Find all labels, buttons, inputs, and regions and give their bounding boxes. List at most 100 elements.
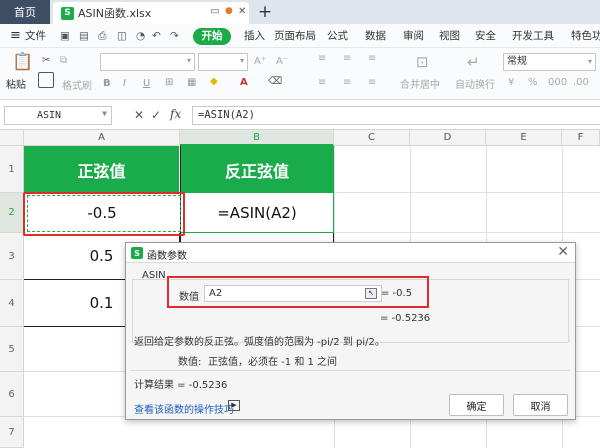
copy-icon[interactable]: ⧉: [60, 55, 67, 66]
thousands-icon[interactable]: 000: [548, 77, 567, 88]
format-painter-icon[interactable]: [38, 72, 54, 88]
menu-view[interactable]: 视图: [439, 24, 460, 48]
ok-button[interactable]: 确定: [449, 394, 504, 416]
column-header-a[interactable]: A: [24, 130, 180, 146]
paste-icon[interactable]: 📋: [12, 52, 33, 72]
underline-icon[interactable]: U: [143, 78, 150, 89]
row-header-7[interactable]: 7: [0, 417, 24, 448]
dialog-title: 函数参数: [147, 251, 187, 262]
help-link[interactable]: 查看该函数的操作技巧: [134, 401, 234, 416]
menu-security[interactable]: 安全: [475, 24, 496, 48]
chevron-down-icon[interactable]: ▼: [102, 109, 107, 118]
menu-start[interactable]: 开始: [193, 28, 231, 45]
border-icon[interactable]: ⊞: [165, 77, 173, 88]
grid-icon[interactable]: ▦: [187, 77, 196, 88]
enter-icon[interactable]: ✓: [151, 108, 161, 122]
dialog-title-bar[interactable]: S 函数参数 ✕: [126, 243, 575, 263]
row-header-6[interactable]: 6: [0, 372, 24, 417]
menu-insert[interactable]: 插入: [244, 24, 265, 48]
row-header-2[interactable]: 2: [0, 193, 24, 233]
menu-review[interactable]: 审阅: [403, 24, 424, 48]
save-icon[interactable]: ▣: [60, 24, 70, 48]
auto-wrap-button[interactable]: 自动换行: [455, 76, 495, 91]
cut-icon[interactable]: ✂: [42, 55, 50, 66]
align-left-icon[interactable]: ≡: [318, 77, 326, 88]
column-header-f[interactable]: F: [562, 130, 600, 146]
row-header-5[interactable]: 5: [0, 327, 24, 372]
close-icon[interactable]: ✕: [557, 244, 569, 260]
decimal-icon[interactable]: .00: [573, 77, 589, 88]
tab-home[interactable]: 首页: [0, 0, 50, 24]
print-icon[interactable]: ⎙: [98, 24, 106, 48]
fx-icon[interactable]: fx: [170, 107, 181, 121]
menu-page-layout[interactable]: 页面布局: [274, 24, 316, 48]
font-color-icon[interactable]: A: [240, 77, 248, 88]
format-painter-button[interactable]: 格式刷: [62, 77, 92, 92]
row-header-4[interactable]: 4: [0, 280, 24, 327]
column-header-e[interactable]: E: [486, 130, 562, 146]
align-bottom-icon[interactable]: ≡: [368, 53, 376, 64]
align-top-icon[interactable]: ≡: [318, 53, 326, 64]
font-name-select[interactable]: ▾: [100, 53, 195, 71]
menu-special[interactable]: 特色功能: [571, 24, 600, 48]
tab-file-label: ASIN函数.xlsx: [78, 7, 152, 20]
align-right-icon[interactable]: ≡: [368, 77, 376, 88]
row-header-3[interactable]: 3: [0, 233, 24, 280]
cancel-icon[interactable]: ✕: [134, 108, 144, 122]
redo-icon[interactable]: ↷: [170, 24, 179, 48]
name-box[interactable]: ASIN ▼: [4, 106, 112, 125]
formula-bar: ASIN ▼ ✕ ✓ fx =ASIN(A2): [0, 100, 600, 130]
merge-center-button[interactable]: 合并居中: [400, 76, 440, 91]
currency-icon[interactable]: ¥: [508, 77, 514, 88]
italic-icon[interactable]: I: [123, 78, 126, 89]
undo-icon[interactable]: ↶: [152, 24, 161, 48]
select-all-corner[interactable]: [0, 130, 24, 146]
cell-b2[interactable]: =ASIN(A2): [180, 193, 334, 233]
cancel-button[interactable]: 取消: [513, 394, 568, 416]
monitor-icon[interactable]: ▭: [210, 6, 219, 17]
eraser-icon[interactable]: ⌫: [268, 76, 282, 87]
divider: [130, 370, 570, 371]
align-middle-icon[interactable]: ≡: [343, 53, 351, 64]
column-header-c[interactable]: C: [334, 130, 410, 146]
align-center-icon[interactable]: ≡: [343, 77, 351, 88]
calc-result: 计算结果 = -0.5236: [134, 380, 228, 391]
bold-icon[interactable]: B: [103, 78, 111, 89]
formula-input[interactable]: =ASIN(A2): [192, 106, 600, 125]
preview-icon[interactable]: ◫: [117, 24, 127, 48]
fill-color-icon[interactable]: ◆: [210, 76, 218, 87]
function-description: 返回给定参数的反正弦。弧度值的范围为 -pi/2 到 pi/2。: [134, 337, 385, 348]
merge-icon[interactable]: ⊡: [416, 53, 429, 71]
number-format-select[interactable]: 常规 ▾: [503, 53, 596, 71]
menu-bar: ≡ 文件 ▣ ▤ ⎙ ◫ ◔ ↶ ↷ 开始 插入 页面布局 公式 数据 审阅 视…: [0, 24, 600, 48]
add-tab-button[interactable]: +: [255, 2, 275, 22]
shrink-font-icon[interactable]: A⁻: [276, 56, 288, 67]
menu-data[interactable]: 数据: [365, 24, 386, 48]
column-header-d[interactable]: D: [410, 130, 486, 146]
cell-a1[interactable]: 正弦值: [24, 146, 180, 193]
name-box-value: ASIN: [37, 110, 62, 121]
highlight-box-arg: [167, 276, 429, 308]
menu-developer[interactable]: 开发工具: [512, 24, 554, 48]
row-header-1[interactable]: 1: [0, 146, 24, 193]
tab-file[interactable]: S ASIN函数.xlsx ▭ ● ✕: [53, 2, 249, 24]
app-icon: S: [131, 247, 143, 259]
cell-b1[interactable]: 反正弦值: [180, 146, 334, 193]
wrap-icon[interactable]: ↵: [467, 53, 480, 71]
history-icon[interactable]: ◔: [136, 24, 145, 48]
percent-icon[interactable]: %: [528, 77, 538, 88]
function-arguments-dialog: S 函数参数 ✕ ASIN 数值 A2 ↖ = -0.5 = -0.5236 返回…: [125, 242, 576, 420]
grow-font-icon[interactable]: A⁺: [254, 56, 266, 67]
paste-button[interactable]: 粘贴: [6, 76, 26, 91]
video-icon[interactable]: ▶: [228, 400, 240, 411]
menu-formulas[interactable]: 公式: [327, 24, 348, 48]
close-tab-icon[interactable]: ✕: [238, 6, 246, 17]
hamburger-icon[interactable]: ≡: [10, 24, 21, 48]
ribbon-toolbar: 📋 粘贴 ✂ ⧉ 格式刷 ▾ ▾ A⁺ A⁻ B I U ⊞ ▦ ◆ A ⌫ ≡…: [0, 48, 600, 100]
column-header-b[interactable]: B: [180, 130, 334, 146]
arg-desc-label: 数值:: [178, 357, 202, 368]
spreadsheet-icon: S: [61, 6, 74, 20]
open-icon[interactable]: ▤: [79, 24, 89, 48]
menu-file[interactable]: 文件: [25, 24, 46, 48]
font-size-select[interactable]: ▾: [198, 53, 248, 71]
